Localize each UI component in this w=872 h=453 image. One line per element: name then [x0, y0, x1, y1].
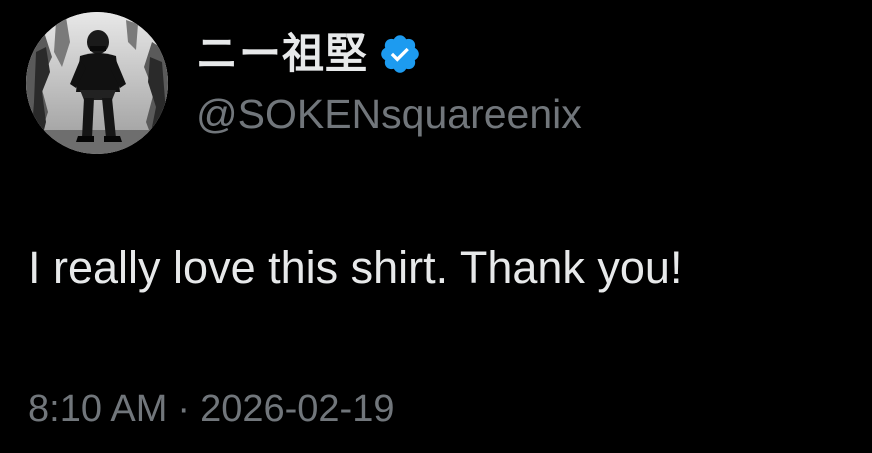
avatar[interactable]: [26, 12, 168, 154]
user-handle[interactable]: @SOKENsquareenix: [196, 88, 582, 140]
meta-separator: ·: [177, 388, 191, 430]
name-row: ニー祖堅: [196, 26, 422, 82]
verified-badge-icon[interactable]: [378, 32, 422, 76]
tweet-meta: 8:10 AM · 2026-02-19: [28, 384, 394, 434]
tweet-text: I really love this shirt. Thank you!: [28, 242, 683, 293]
display-name[interactable]: ニー祖堅: [196, 26, 368, 82]
tweet-time[interactable]: 8:10 AM: [28, 384, 167, 434]
avatar-photo: [26, 12, 168, 154]
tweet-date[interactable]: 2026-02-19: [200, 384, 394, 434]
tweet-card: ニー祖堅 @SOKENsquareenix I really love this…: [0, 0, 872, 453]
